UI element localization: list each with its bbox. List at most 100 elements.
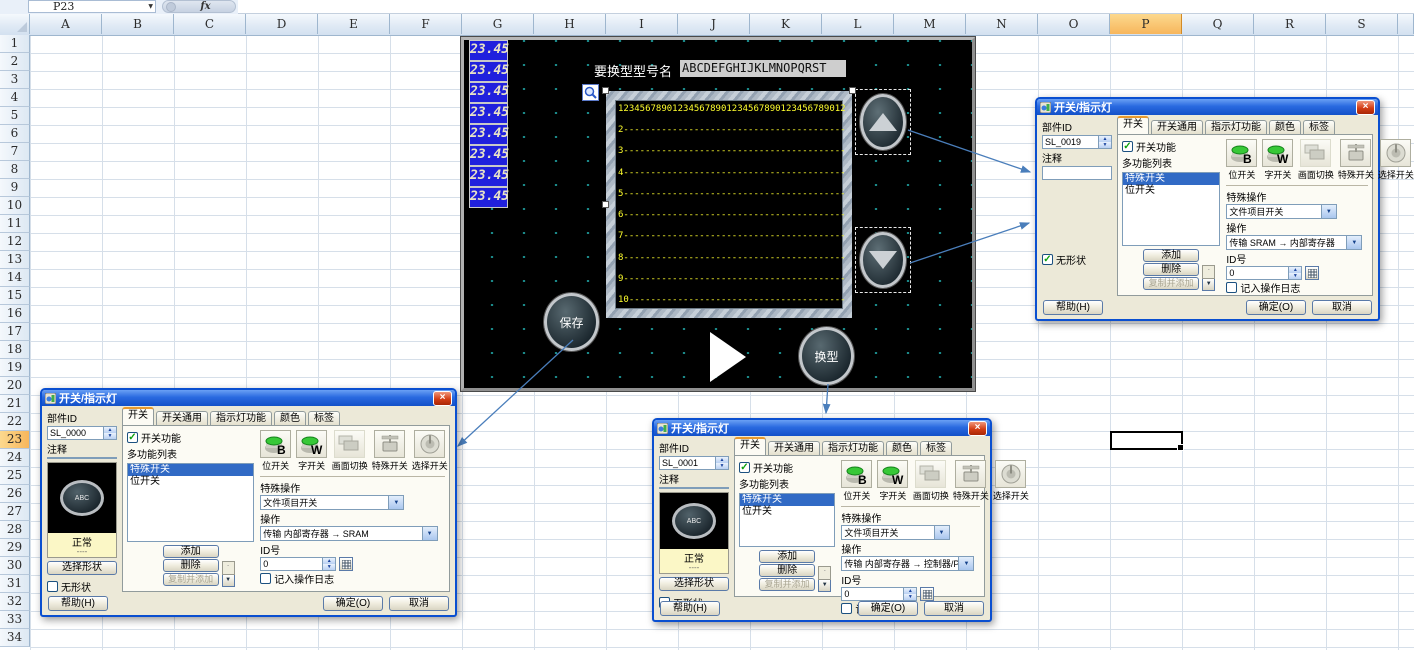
switch-type-2[interactable]: 画面切换 xyxy=(332,430,367,472)
row-header-5[interactable]: 5 xyxy=(0,107,30,125)
switch-dialog-sl0001[interactable]: 开关/指示灯 × 部件ID SL_0001 ▲▼ 注释 ABC 正常 - xyxy=(652,418,992,622)
row-header-31[interactable]: 31 xyxy=(0,575,30,593)
list-item-0[interactable]: 特殊开关 xyxy=(740,494,834,506)
column-header-M[interactable]: M xyxy=(894,14,966,34)
id-spinner[interactable]: 0 ▲▼ xyxy=(1226,266,1302,280)
keypad-button[interactable] xyxy=(1305,266,1319,280)
select-all-corner[interactable] xyxy=(0,14,30,34)
multi-function-listbox[interactable]: 特殊开关位开关 xyxy=(739,493,835,547)
row-header-22[interactable]: 22 xyxy=(0,413,30,431)
tab-1[interactable]: 开关通用 xyxy=(768,441,820,455)
numeric-display-6[interactable]: 23.45 xyxy=(469,166,508,187)
switch-type-4[interactable]: 选择开关 xyxy=(412,430,447,472)
select-shape-button[interactable]: 选择形状 xyxy=(659,577,729,591)
tab-0[interactable]: 开关 xyxy=(734,437,766,455)
switch-function-checkbox[interactable]: ✓ 开关功能 xyxy=(739,460,835,475)
numeric-display-0[interactable]: 23.45 xyxy=(469,40,508,61)
scroll-up-button[interactable] xyxy=(855,89,911,155)
no-shape-checkbox[interactable]: 无形状 xyxy=(47,579,117,594)
column-header-P[interactable]: P xyxy=(1110,14,1182,34)
delete-button[interactable]: 删除 xyxy=(1143,263,1199,276)
delete-button[interactable]: 删除 xyxy=(163,559,219,572)
column-header-C[interactable]: C xyxy=(174,14,246,34)
no-shape-checkbox[interactable]: ✓ 无形状 xyxy=(1042,252,1112,267)
row-header-9[interactable]: 9 xyxy=(0,179,30,197)
special-op-dropdown[interactable]: 文件项目开关 ▼ xyxy=(841,525,949,540)
change-model-button[interactable]: 换型 xyxy=(799,327,854,385)
row-header-21[interactable]: 21 xyxy=(0,395,30,413)
multi-function-listbox[interactable]: 特殊开关位开关 xyxy=(1122,172,1220,246)
operation-dropdown[interactable]: 传输 SRAM → 内部寄存器 ▼ xyxy=(1226,235,1362,250)
switch-type-0[interactable]: B位开关 xyxy=(260,430,291,472)
column-header-partial[interactable] xyxy=(1398,14,1414,34)
row-header-28[interactable]: 28 xyxy=(0,521,30,539)
row-header-4[interactable]: 4 xyxy=(0,89,30,107)
formula-input[interactable] xyxy=(238,0,1414,14)
row-header-26[interactable]: 26 xyxy=(0,485,30,503)
part-id-spinner[interactable]: SL_0001 ▲▼ xyxy=(659,456,729,470)
comment-field[interactable] xyxy=(1042,166,1112,180)
ok-button[interactable]: 确定(O) xyxy=(858,601,918,616)
log-checkbox[interactable]: 记入操作日志 xyxy=(1226,280,1368,296)
list-item-1[interactable]: 位开关 xyxy=(1123,185,1219,197)
copy-add-button[interactable]: 复制并添加 xyxy=(163,573,219,586)
column-header-S[interactable]: S xyxy=(1326,14,1398,34)
multi-function-listbox[interactable]: 特殊开关位开关 xyxy=(127,463,254,542)
switch-type-1[interactable]: W字开关 xyxy=(877,460,908,502)
dialog-titlebar[interactable]: 开关/指示灯 × xyxy=(1037,99,1378,115)
row-header-2[interactable]: 2 xyxy=(0,53,30,71)
dialog-titlebar[interactable]: 开关/指示灯 × xyxy=(654,420,990,436)
column-header-K[interactable]: K xyxy=(750,14,822,34)
column-header-H[interactable]: H xyxy=(534,14,606,34)
close-icon[interactable]: × xyxy=(433,391,452,406)
switch-dialog-sl0019[interactable]: 开关/指示灯 × 部件ID SL_0019 ▲▼ 注释 ✓ 无形状 开关开关通用… xyxy=(1035,97,1380,321)
tab-2[interactable]: 指示灯功能 xyxy=(1205,120,1267,134)
comment-field[interactable] xyxy=(47,457,117,459)
row-header-19[interactable]: 19 xyxy=(0,359,30,377)
copy-add-dropdown[interactable]: - ▼ xyxy=(222,561,235,587)
dialog-titlebar[interactable]: 开关/指示灯 × xyxy=(42,390,455,406)
add-button[interactable]: 添加 xyxy=(163,545,219,558)
selection-handle[interactable] xyxy=(602,87,609,94)
cancel-button[interactable]: 取消 xyxy=(389,596,449,611)
row-header-24[interactable]: 24 xyxy=(0,449,30,467)
spin-down-icon[interactable]: ▼ xyxy=(1099,142,1111,148)
help-button[interactable]: 帮助(H) xyxy=(660,601,720,616)
row-header-18[interactable]: 18 xyxy=(0,341,30,359)
switch-dialog-sl0000[interactable]: 开关/指示灯 × 部件ID SL_0000 ▲▼ 注释 ABC 正常 - xyxy=(40,388,457,617)
row-header-25[interactable]: 25 xyxy=(0,467,30,485)
tab-1[interactable]: 开关通用 xyxy=(156,411,208,425)
row-header-30[interactable]: 30 xyxy=(0,557,30,575)
magnifier-icon[interactable] xyxy=(582,84,599,101)
selected-cell-p23[interactable] xyxy=(1110,431,1183,450)
tab-2[interactable]: 指示灯功能 xyxy=(822,441,884,455)
spin-down-icon[interactable]: ▼ xyxy=(716,463,728,469)
tab-4[interactable]: 标签 xyxy=(920,441,952,455)
switch-type-4[interactable]: 选择开关 xyxy=(993,460,1028,502)
help-button[interactable]: 帮助(H) xyxy=(48,596,108,611)
spin-down-icon[interactable]: ▼ xyxy=(1289,273,1301,279)
log-checkbox[interactable]: 记入操作日志 xyxy=(260,571,445,587)
operation-dropdown[interactable]: 传输 内部寄存器 → 控制器/PLC ▼ xyxy=(841,556,974,571)
row-header-16[interactable]: 16 xyxy=(0,305,30,323)
row-header-15[interactable]: 15 xyxy=(0,287,30,305)
special-op-dropdown[interactable]: 文件项目开关 ▼ xyxy=(1226,204,1336,219)
cancel-button[interactable]: 取消 xyxy=(924,601,984,616)
add-button[interactable]: 添加 xyxy=(1143,249,1199,262)
hmi-model-value-field[interactable]: ABCDEFGHIJKLMNOPQRST xyxy=(680,60,846,77)
column-header-I[interactable]: I xyxy=(606,14,678,34)
column-header-L[interactable]: L xyxy=(822,14,894,34)
close-icon[interactable]: × xyxy=(968,421,987,436)
special-op-dropdown[interactable]: 文件项目开关 ▼ xyxy=(260,495,404,510)
selection-handle[interactable] xyxy=(602,201,609,208)
row-header-32[interactable]: 32 xyxy=(0,593,30,611)
column-header-J[interactable]: J xyxy=(678,14,750,34)
copy-add-button[interactable]: 复制并添加 xyxy=(759,578,815,591)
numeric-display-5[interactable]: 23.45 xyxy=(469,145,508,166)
row-header-3[interactable]: 3 xyxy=(0,71,30,89)
comment-field[interactable] xyxy=(659,487,729,489)
column-header-G[interactable]: G xyxy=(462,14,534,34)
row-header-34[interactable]: 34 xyxy=(0,629,30,647)
tab-4[interactable]: 标签 xyxy=(308,411,340,425)
switch-type-1[interactable]: W字开关 xyxy=(1262,139,1293,181)
